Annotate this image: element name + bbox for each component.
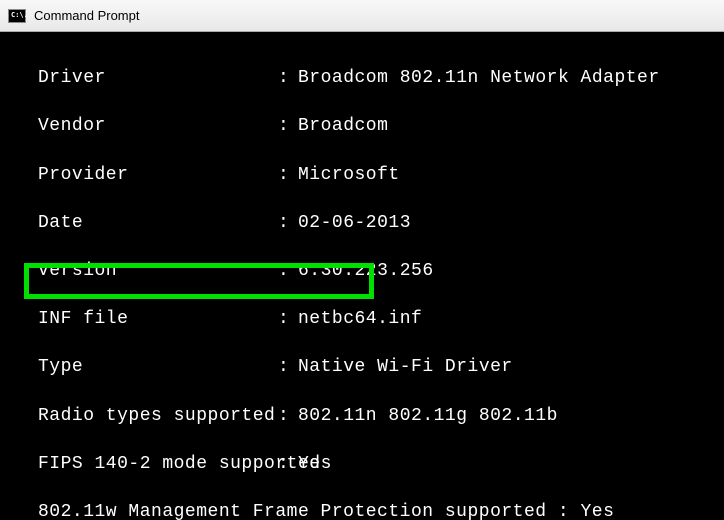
label-radio: Radio types supported xyxy=(38,404,278,428)
colon: : xyxy=(278,307,298,331)
terminal-output[interactable]: Driver:Broadcom 802.11n Network Adapter … xyxy=(0,32,724,520)
output-line-radio: Radio types supported:802.11n 802.11g 80… xyxy=(0,404,724,428)
label-date: Date xyxy=(38,211,278,235)
output-line-fips: FIPS 140-2 mode supported:Yes xyxy=(0,452,724,476)
value-provider: Microsoft xyxy=(298,163,400,187)
label-driver: Driver xyxy=(38,66,278,90)
colon: : xyxy=(278,404,298,428)
colon: : xyxy=(278,259,298,283)
colon: : xyxy=(278,114,298,138)
output-line-date: Date:02-06-2013 xyxy=(0,211,724,235)
label-mgmt: 802.11w Management Frame Protection supp… xyxy=(38,502,614,520)
colon: : xyxy=(278,355,298,379)
value-date: 02-06-2013 xyxy=(298,211,411,235)
label-inf: INF file xyxy=(38,307,278,331)
colon: : xyxy=(278,211,298,235)
output-line-version: Version:6.30.223.256 xyxy=(0,259,724,283)
colon: : xyxy=(278,452,298,476)
value-type: Native Wi-Fi Driver xyxy=(298,355,513,379)
output-line-type: Type:Native Wi-Fi Driver xyxy=(0,355,724,379)
value-inf: netbc64.inf xyxy=(298,307,422,331)
label-provider: Provider xyxy=(38,163,278,187)
value-fips: Yes xyxy=(298,452,332,476)
value-radio: 802.11n 802.11g 802.11b xyxy=(298,404,558,428)
output-line-vendor: Vendor:Broadcom xyxy=(0,114,724,138)
window-title: Command Prompt xyxy=(34,8,139,23)
value-version: 6.30.223.256 xyxy=(298,259,434,283)
cmd-icon: C:\. xyxy=(8,9,26,23)
value-driver: Broadcom 802.11n Network Adapter xyxy=(298,66,660,90)
output-line-inf: INF file:netbc64.inf xyxy=(0,307,724,331)
label-type: Type xyxy=(38,355,278,379)
output-line-provider: Provider:Microsoft xyxy=(0,163,724,187)
titlebar[interactable]: C:\. Command Prompt xyxy=(0,0,724,32)
value-vendor: Broadcom xyxy=(298,114,388,138)
colon: : xyxy=(278,66,298,90)
label-fips: FIPS 140-2 mode supported xyxy=(38,452,278,476)
colon: : xyxy=(278,163,298,187)
label-version: Version xyxy=(38,259,278,283)
label-vendor: Vendor xyxy=(38,114,278,138)
output-line-driver: Driver:Broadcom 802.11n Network Adapter xyxy=(0,66,724,90)
output-line-mgmt: 802.11w Management Frame Protection supp… xyxy=(0,500,724,520)
cmd-icon-text: C:\. xyxy=(11,12,28,19)
